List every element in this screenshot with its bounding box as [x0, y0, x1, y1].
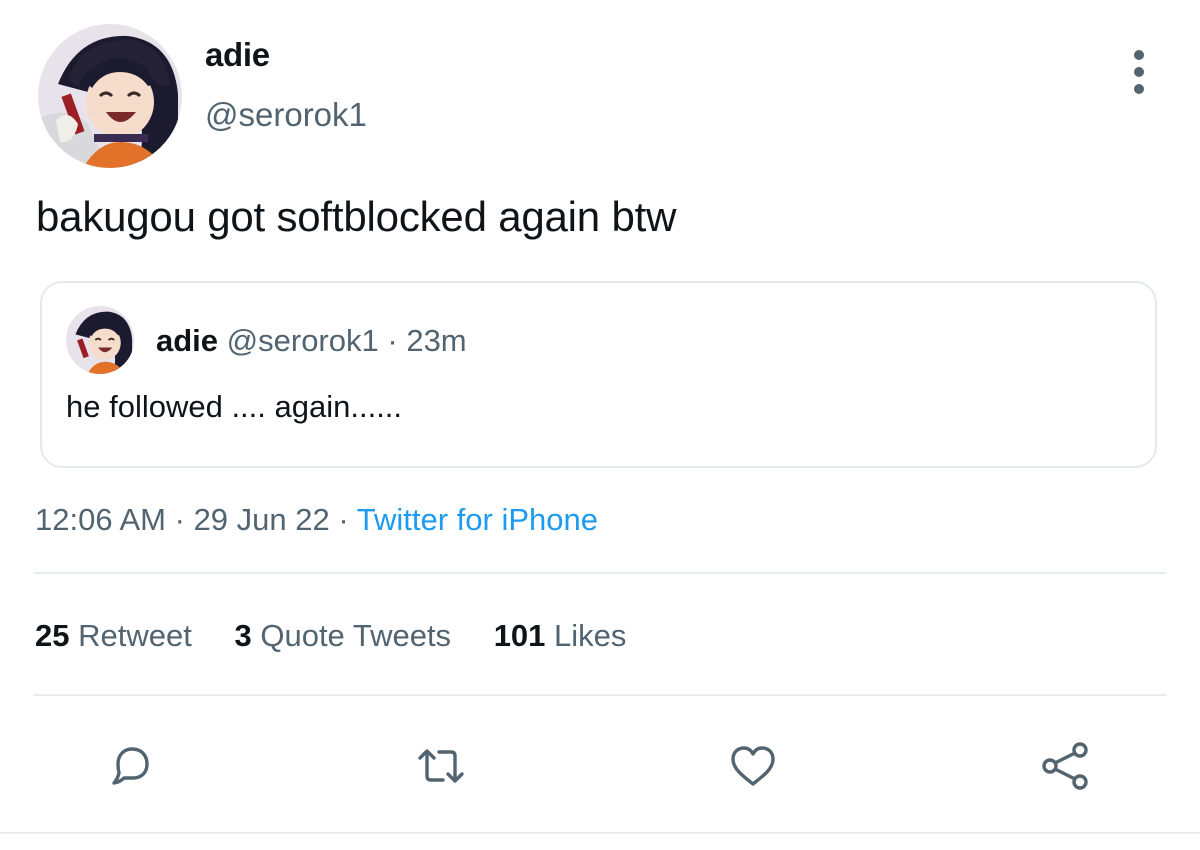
quoted-tweet-card[interactable]: adie @serorok1 · 23m he followed .... ag… [40, 281, 1157, 468]
likes-label: Likes [554, 618, 627, 653]
tweet-time[interactable]: 12:06 AM [35, 502, 166, 537]
retweets-stat[interactable]: 25 Retweet [35, 618, 192, 654]
tweet-source-link[interactable]: Twitter for iPhone [357, 502, 598, 537]
retweets-count: 25 [35, 618, 70, 653]
quoted-timestamp: 23m [406, 323, 467, 358]
quoted-separator: · [387, 323, 398, 358]
like-button[interactable] [725, 738, 781, 794]
retweet-button[interactable] [413, 738, 469, 794]
quoted-author-avatar [66, 306, 134, 374]
author-handle[interactable]: @serorok1 [205, 96, 367, 134]
quoted-author-handle: @serorok1 [226, 323, 379, 358]
quote-tweets-stat[interactable]: 3 Quote Tweets [234, 618, 451, 654]
share-icon [1042, 742, 1088, 790]
quoted-text: he followed .... again...... [66, 389, 403, 424]
tweet-detail: adie @serorok1 bakugou got softblocked a… [0, 0, 1200, 850]
retweet-icon [418, 749, 464, 783]
tweet-stats: 25 Retweet 3 Quote Tweets 101 Likes [35, 618, 660, 654]
heart-icon [731, 746, 775, 786]
quote-tweets-label: Quote Tweets [260, 618, 452, 653]
share-button[interactable] [1038, 738, 1094, 794]
likes-stat[interactable]: 101 Likes [494, 618, 627, 654]
author-name[interactable]: adie [205, 36, 270, 74]
reply-button[interactable] [104, 738, 160, 794]
tweet-meta: 12:06 AM · 29 Jun 22 · Twitter for iPhon… [35, 502, 598, 538]
more-dot [1134, 67, 1144, 77]
retweets-label: Retweet [78, 618, 192, 653]
divider [0, 832, 1200, 834]
divider [34, 572, 1166, 574]
quoted-header: adie @serorok1 · 23m [156, 323, 467, 359]
author-avatar[interactable] [38, 24, 182, 168]
more-vertical-icon[interactable] [1122, 50, 1156, 94]
more-dot [1134, 84, 1144, 94]
tweet-date[interactable]: 29 Jun 22 [194, 502, 330, 537]
meta-separator: · [174, 502, 185, 537]
quoted-author-name: adie [156, 323, 219, 358]
more-dot [1134, 50, 1144, 60]
divider [34, 694, 1166, 696]
reply-icon [112, 747, 149, 785]
likes-count: 101 [493, 618, 546, 653]
meta-separator: · [338, 502, 349, 537]
quote-tweets-count: 3 [234, 618, 252, 653]
tweet-text: bakugou got softblocked again btw [36, 193, 677, 240]
